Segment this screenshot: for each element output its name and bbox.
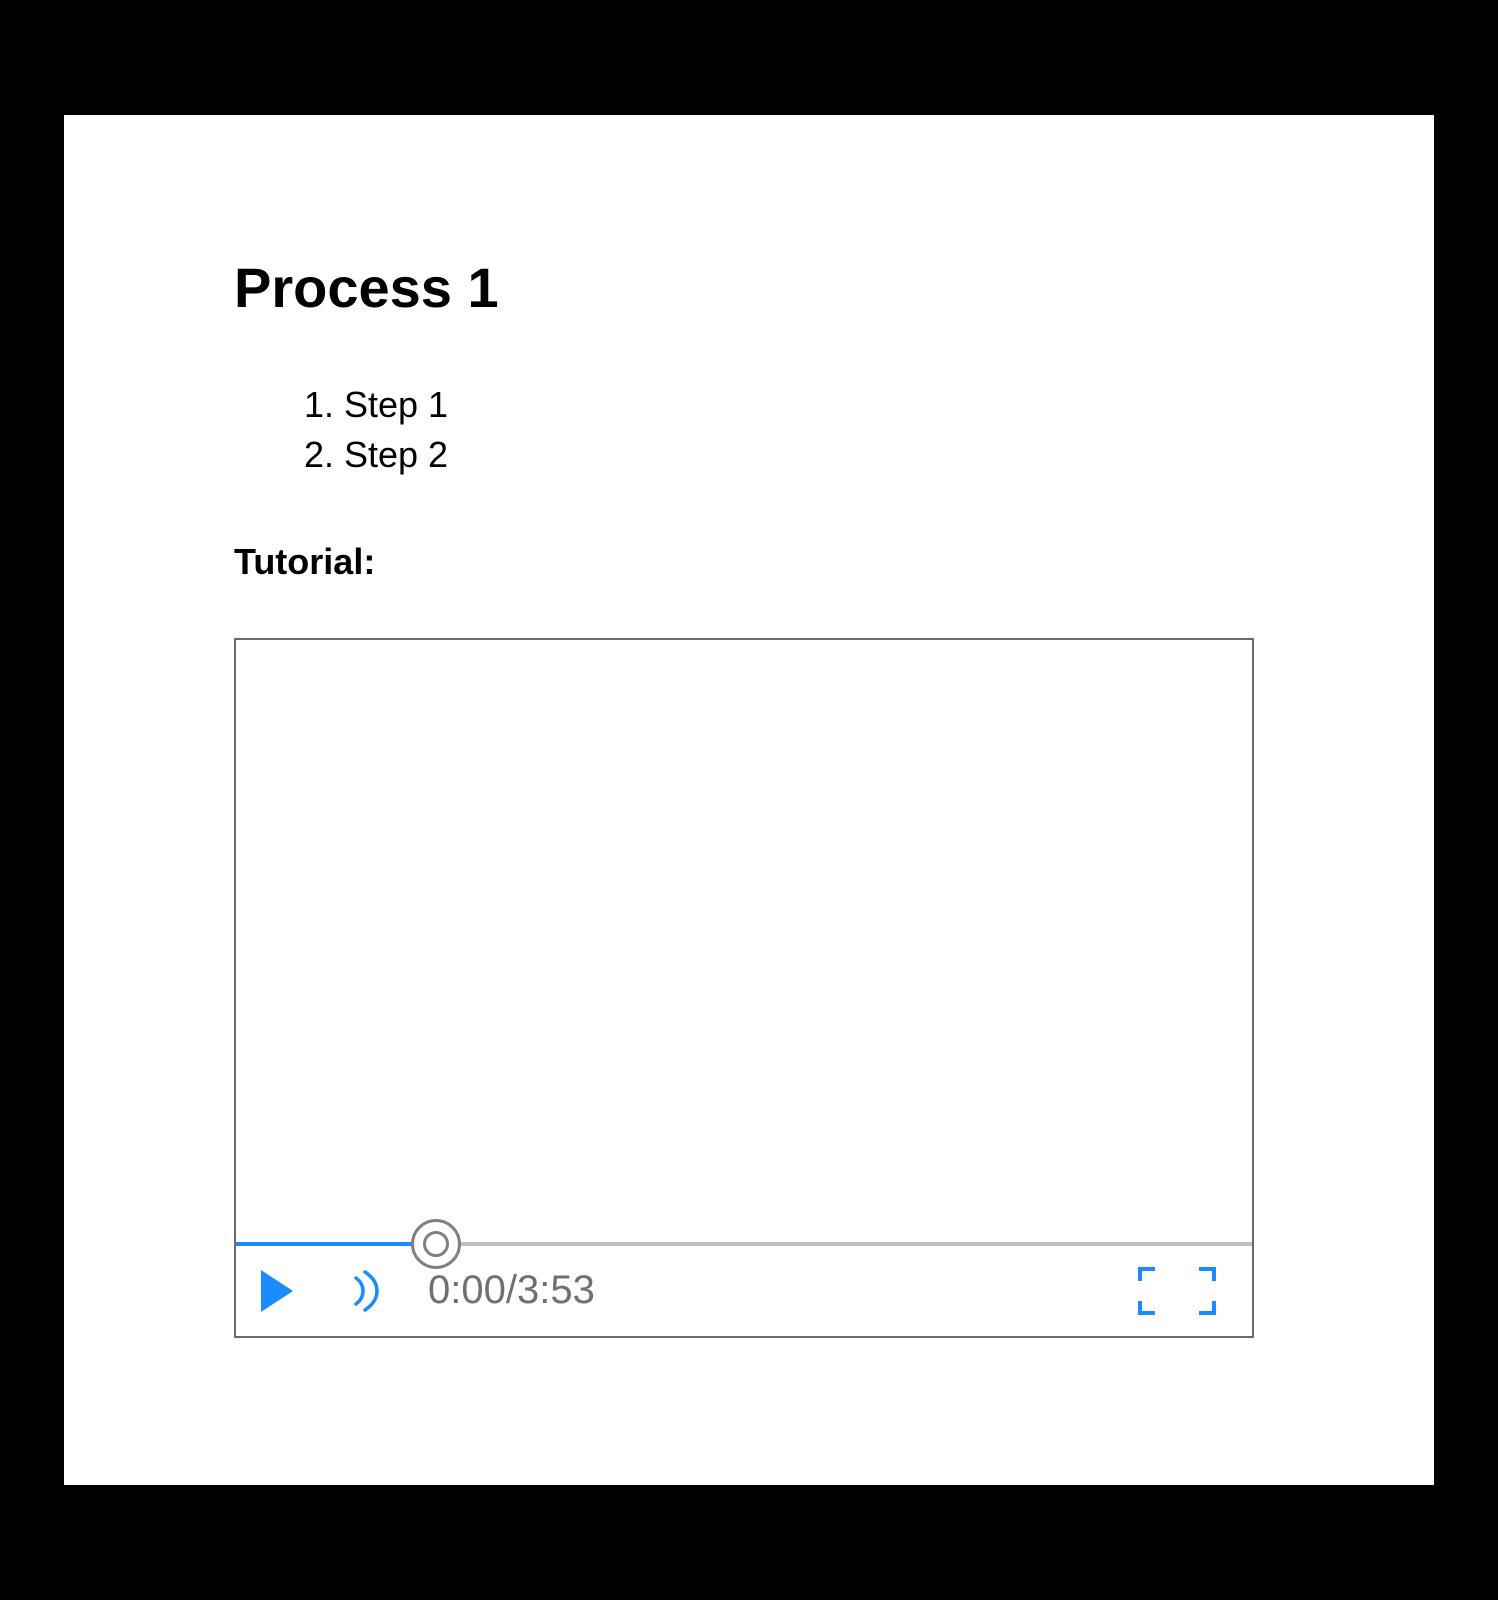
play-icon [261, 1270, 293, 1312]
tutorial-label: Tutorial: [234, 541, 1264, 583]
step-item: Step 1 [344, 380, 1264, 430]
progress-handle-inner [423, 1231, 449, 1257]
video-controls: 0:00/3:53 [236, 1246, 1252, 1336]
progress-handle[interactable] [411, 1219, 461, 1269]
steps-list: Step 1 Step 2 [344, 380, 1264, 481]
video-player: 0:00/3:53 [234, 638, 1254, 1338]
video-area[interactable] [236, 640, 1252, 1242]
fullscreen-icon [1137, 1266, 1217, 1316]
step-item: Step 2 [344, 430, 1264, 480]
process-heading: Process 1 [234, 255, 1264, 320]
play-button[interactable] [261, 1270, 293, 1312]
time-display: 0:00/3:53 [428, 1268, 595, 1313]
progress-bar[interactable] [236, 1242, 1252, 1246]
document-page: Process 1 Step 1 Step 2 Tutorial: [64, 115, 1434, 1485]
progress-played [236, 1242, 436, 1246]
volume-icon [353, 1270, 383, 1312]
fullscreen-button[interactable] [1137, 1266, 1217, 1316]
volume-button[interactable] [353, 1270, 383, 1312]
